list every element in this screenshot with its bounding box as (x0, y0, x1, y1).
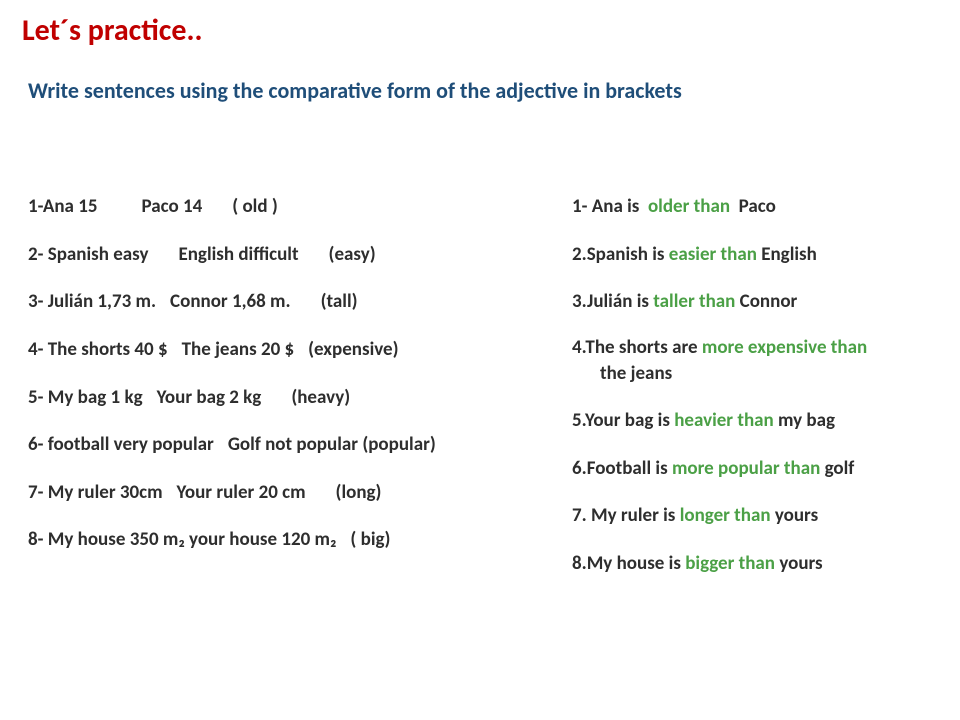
answer-pre: 8.My house is (572, 552, 681, 575)
prompt-part-b: Paco 14 (142, 195, 203, 218)
answer-post: my bag (778, 409, 835, 432)
prompt-part-a: 5- My bag 1 kg (28, 386, 143, 409)
prompt-part-b: Your ruler 20 cm (177, 481, 306, 504)
answer-post: Paco (739, 195, 776, 218)
prompt-part-c: ( old ) (232, 195, 278, 218)
answer-comparative: heavier than (674, 409, 774, 432)
exercise-grid: 1-Ana 15 Paco 14 ( old ) 2- Spanish easy En… (18, 194, 942, 577)
prompt-part-a: 6- football very popular (28, 433, 214, 456)
page-title: Let´s practice.. (18, 12, 942, 49)
answer-pre: 6.Football is (572, 457, 668, 480)
answer-row: 7. My ruler is longer than yours (572, 503, 942, 529)
prompt-part-a: 8- My house 350 m₂ (28, 528, 185, 551)
answer-pre: 1- Ana is (572, 195, 639, 218)
answer-pre: 2.Spanish is (572, 243, 664, 266)
answer-comparative: bigger than (685, 552, 775, 575)
answer-row: 4.The shorts are more expensive than the… (572, 335, 942, 386)
prompt-part-a: 4- The shorts 40 $ (28, 338, 168, 361)
prompt-part-b: Connor 1,68 m. (170, 290, 291, 313)
answer-pre: 7. My ruler is (572, 504, 675, 527)
prompt-part-a: 7- My ruler 30cm (28, 481, 163, 504)
prompts-column: 1-Ana 15 Paco 14 ( old ) 2- Spanish easy En… (28, 194, 548, 577)
prompt-part-c: ( big) (350, 528, 390, 551)
answer-comparative: easier than (669, 243, 757, 266)
prompt-part-b: Your bag 2 kg (157, 386, 262, 409)
answer-row: 2.Spanish is easier than English (572, 242, 942, 268)
answer-row: 6.Football is more popular than golf (572, 456, 942, 482)
prompt-row: 1-Ana 15 Paco 14 ( old ) (28, 194, 548, 220)
instructions: Write sentences using the comparative fo… (18, 77, 942, 104)
prompt-part-b: your house 120 m₂ (189, 528, 336, 551)
answer-comparative: more expensive than (702, 336, 867, 359)
prompt-row: 4- The shorts 40 $ The jeans 20 $ (expensi… (28, 337, 548, 363)
prompt-part-a: 1-Ana 15 (28, 195, 98, 218)
prompt-row: 6- football very popular Golf not popular… (28, 432, 548, 458)
prompt-row: 5- My bag 1 kg Your bag 2 kg (heavy) (28, 385, 548, 411)
answer-comparative: more popular than (672, 457, 820, 480)
prompt-part-c: (heavy) (291, 386, 350, 409)
prompt-part-c: (long) (336, 481, 382, 504)
prompt-row: 7- My ruler 30cm Your ruler 20 cm (long) (28, 480, 548, 506)
answer-post: Connor (740, 290, 798, 313)
prompt-part-b: Golf not popular (228, 433, 358, 456)
answer-post: golf (825, 457, 855, 480)
answer-comparative: taller than (653, 290, 735, 313)
prompt-part-c: (popular) (362, 433, 435, 456)
answer-post: yours (775, 504, 818, 527)
prompt-row: 2- Spanish easy English difficult (easy) (28, 242, 548, 268)
answer-row: 3.Julián is taller than Connor (572, 289, 942, 315)
prompt-part-c: (expensive) (308, 338, 398, 361)
prompt-row: 8- My house 350 m₂ your house 120 m₂ ( bi… (28, 527, 548, 553)
prompt-part-b: The jeans 20 $ (182, 338, 295, 361)
prompt-part-c: (easy) (329, 243, 376, 266)
answer-comparative: older than (648, 195, 730, 218)
prompt-part-b: English difficult (178, 243, 298, 266)
answer-pre: 5.Your bag is (572, 409, 670, 432)
prompt-part-c: (tall) (321, 290, 358, 313)
answer-tail: the jeans (572, 361, 942, 387)
prompt-part-a: 3- Julián 1,73 m. (28, 290, 156, 313)
answer-pre: 3.Julián is (572, 290, 649, 313)
answer-row: 8.My house is bigger than yours (572, 551, 942, 577)
prompt-part-a: 2- Spanish easy (28, 243, 148, 266)
answer-row: 5.Your bag is heavier than my bag (572, 408, 942, 434)
answer-comparative: longer than (680, 504, 771, 527)
answer-row: 1- Ana is older than Paco (572, 194, 942, 220)
answer-pre: 4.The shorts are (572, 336, 698, 359)
prompt-row: 3- Julián 1,73 m. Connor 1,68 m. (tall) (28, 289, 548, 315)
answer-post: English (761, 243, 817, 266)
answers-column: 1- Ana is older than Paco 2.Spanish is e… (572, 194, 942, 577)
answer-post: yours (779, 552, 822, 575)
